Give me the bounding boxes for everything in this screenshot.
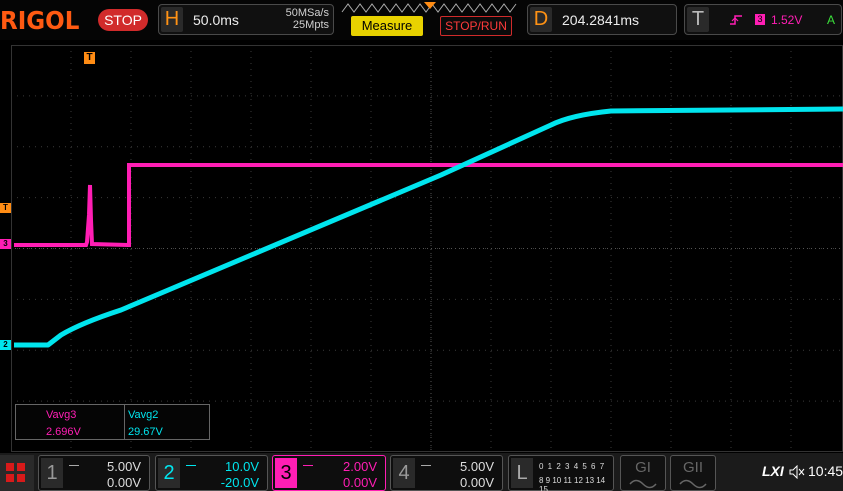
- delay-value: 204.2841ms: [562, 12, 640, 28]
- channel-3-coupling-icon: [303, 465, 313, 469]
- trigger-level: 1.52V: [771, 13, 803, 27]
- generator-2-label: GII: [682, 459, 703, 476]
- meas-name-vavg3: Vavg3: [46, 409, 77, 421]
- graticule-and-traces: [11, 45, 843, 452]
- logic-analyzer-panel[interactable]: L 0 1 2 3 4 5 6 7 8 9 10 11 12 13 14 15: [508, 455, 614, 491]
- channel-4-offset: 0.00V: [460, 475, 494, 490]
- generator-1-label: GI: [635, 459, 651, 476]
- meas-value-vavg3: 2.696V: [46, 426, 81, 438]
- rigol-logo: RIGOL: [0, 6, 80, 35]
- measure-button[interactable]: Measure: [351, 16, 423, 36]
- grid-menu-icon: [6, 463, 25, 482]
- channel-1-panel[interactable]: 1 5.00V 0.00V: [38, 455, 150, 491]
- channel-4-scale: 5.00V: [460, 459, 494, 474]
- channel-4-coupling-icon: [421, 465, 431, 469]
- channel-2-coupling-icon: [186, 465, 196, 469]
- generator-1-button[interactable]: GI: [620, 455, 666, 491]
- generator-2-button[interactable]: GII: [670, 455, 716, 491]
- rising-edge-icon: [730, 15, 742, 25]
- delay-letter: D: [530, 7, 552, 32]
- horizontal-panel[interactable]: H 50.0ms 50MSa/s 25Mpts: [158, 4, 334, 35]
- delay-panel[interactable]: D 204.2841ms: [527, 4, 677, 35]
- channel-4-panel[interactable]: 4 5.00V 0.00V: [390, 455, 503, 491]
- channel-2-offset: -20.0V: [220, 475, 259, 490]
- horizontal-letter: H: [161, 7, 183, 32]
- waveform-display[interactable]: [11, 45, 843, 452]
- trigger-letter: T: [687, 7, 709, 32]
- channel-3-offset: 0.00V: [343, 475, 377, 490]
- channel-4-number: 4: [393, 458, 415, 488]
- trigger-panel[interactable]: T 3 1.52V A: [684, 4, 842, 35]
- speaker-icon[interactable]: [789, 465, 805, 479]
- run-state-badge[interactable]: STOP: [98, 9, 148, 31]
- ch3-trace: [14, 163, 843, 248]
- channel-2-scale: 10.0V: [225, 459, 259, 474]
- meas-value-vavg2: 29.67V: [128, 426, 163, 438]
- channel-2-number: 2: [158, 458, 180, 488]
- stop-run-button[interactable]: STOP/RUN: [440, 16, 512, 36]
- channel-1-offset: 0.00V: [107, 475, 141, 490]
- channel-3-panel[interactable]: 3 2.00V 0.00V: [272, 455, 386, 491]
- measurement-results-panel: Vavg3 2.696V Vavg2 29.67V: [15, 404, 210, 440]
- sine-wave-icon: [679, 479, 707, 489]
- timebase-value: 50.0ms: [193, 12, 239, 28]
- ch2-trace: [14, 106, 843, 348]
- logic-letter: L: [511, 458, 533, 488]
- channel-2-panel[interactable]: 2 10.0V -20.0V: [155, 455, 268, 491]
- sine-wave-icon: [629, 479, 657, 489]
- channel-3-scale: 2.00V: [343, 459, 377, 474]
- position-bar-trigger-marker: [424, 2, 436, 9]
- clock-time: 10:45: [808, 463, 843, 479]
- trigger-position-marker[interactable]: T: [84, 52, 95, 64]
- lxi-logo: LXI: [762, 463, 784, 479]
- logic-channels-row1: 0 1 2 3 4 5 6 7: [539, 462, 606, 471]
- meas-divider: [124, 405, 125, 439]
- channel-1-number: 1: [41, 458, 63, 488]
- memory-depth: 25Mpts: [292, 19, 329, 31]
- channel-3-number: 3: [275, 458, 297, 488]
- channel-1-coupling-icon: [69, 465, 79, 469]
- ch3-ground-marker[interactable]: 3: [0, 239, 11, 249]
- trigger-source: 3: [755, 14, 765, 25]
- trigger-mode: A: [827, 13, 836, 27]
- bottom-channel-bar: 1 5.00V 0.00V 2 10.0V -20.0V 3 2.00V 0.0…: [0, 453, 843, 491]
- main-menu-button[interactable]: [0, 455, 34, 491]
- sample-rate: 50MSa/s: [285, 7, 329, 19]
- channel-1-scale: 5.00V: [107, 459, 141, 474]
- logic-channels-row2: 8 9 10 11 12 13 14 15: [539, 476, 606, 491]
- ch2-ground-marker[interactable]: 2: [0, 340, 11, 350]
- meas-name-vavg2: Vavg2: [128, 409, 159, 421]
- trigger-level-marker[interactable]: T: [0, 203, 11, 213]
- top-status-bar: RIGOL STOP H 50.0ms 50MSa/s 25Mpts Measu…: [0, 0, 843, 40]
